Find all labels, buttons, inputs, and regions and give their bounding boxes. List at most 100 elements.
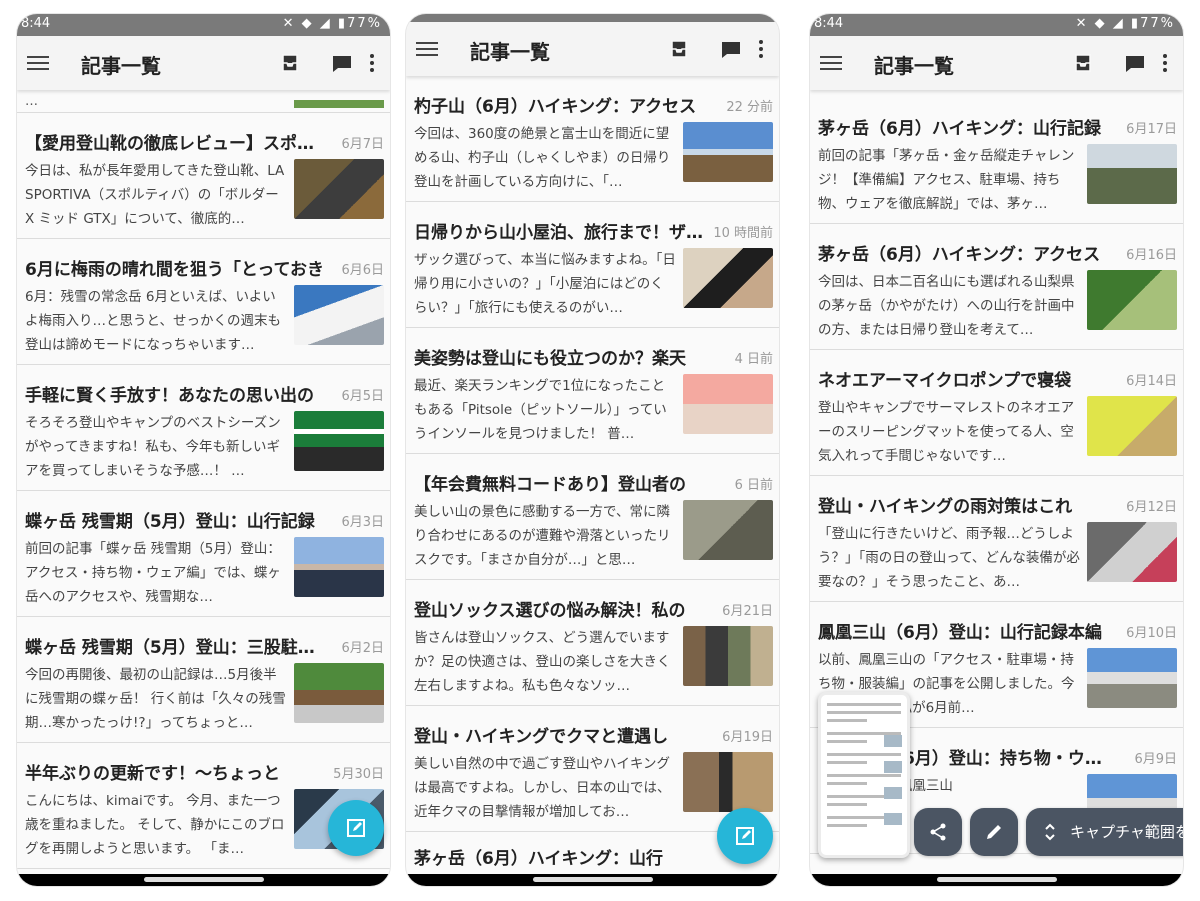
article-item[interactable]: 杓子山（6月）ハイキング：アクセス 22 分前 今回は、360度の絶景と富士山を… bbox=[406, 76, 779, 202]
page-title: 記事一覧 bbox=[470, 40, 550, 64]
comment-icon[interactable] bbox=[1123, 51, 1147, 75]
article-title: 登山ソックス選びの悩み解決！私の bbox=[414, 601, 686, 621]
hamburger-menu-icon[interactable] bbox=[820, 52, 842, 74]
page-title: 記事一覧 bbox=[874, 54, 954, 78]
article-title: ネオエアーマイクロポンプで寝袋 bbox=[818, 371, 1072, 391]
article-title: 茅ヶ岳（6月）ハイキング：アクセス bbox=[818, 245, 1101, 265]
article-excerpt: 美しい自然の中で過ごす登山やハイキングは最高ですよね。しかし、日本の山では、近年… bbox=[414, 756, 671, 820]
article-list: … 【愛用登山靴の徹底レビュー】スポルティバ 6月7日 今日は、私が長年愛用して… bbox=[17, 90, 390, 874]
article-thumbnail bbox=[294, 663, 384, 723]
pencil-icon bbox=[987, 825, 1001, 839]
article-date: 6月7日 bbox=[341, 137, 384, 152]
home-gesture-pill[interactable] bbox=[143, 877, 264, 882]
article-item[interactable]: 美姿勢は登山にも役立つのか？楽天 4 日前 最近、楽天ランキングで1位になったこ… bbox=[406, 328, 779, 454]
article-thumbnail bbox=[1087, 144, 1177, 204]
article-date: 6月12日 bbox=[1126, 500, 1177, 515]
article-title: 【年会費無料コードあり】登山者の bbox=[414, 475, 686, 495]
partial-list-item[interactable]: … bbox=[17, 90, 390, 113]
navigation-bar bbox=[17, 874, 390, 886]
article-item[interactable]: 半年ぶりの更新です！〜ちょっと 5月30日 こんにちは、kimaiです。 今月、… bbox=[17, 743, 390, 869]
app-bar: 記事一覧 bbox=[810, 36, 1183, 90]
capture-range-label: キャプチャ範囲を bbox=[1070, 823, 1183, 841]
article-thumbnail bbox=[683, 752, 773, 812]
article-date: 6月17日 bbox=[1126, 122, 1177, 137]
article-title: 鳳凰三山（6月）登山：山行記録本編 bbox=[818, 623, 1102, 643]
article-item[interactable]: 蝶ヶ岳 残雪期（5月）登山：山行記録 6月3日 前回の記事「蝶ヶ岳 残雪期（5月… bbox=[17, 491, 390, 617]
article-item[interactable]: 登山・ハイキングでクマと遭遇し 6月19日 美しい自然の中で過ごす登山やハイキン… bbox=[406, 706, 779, 832]
article-excerpt: そろそろ登山やキャンプのベストシーズンがやってきますね！私も、今年も新しいギアを… bbox=[25, 415, 281, 479]
article-thumbnail bbox=[294, 537, 384, 597]
compose-fab-button[interactable] bbox=[717, 808, 773, 864]
hamburger-menu-icon[interactable] bbox=[416, 38, 438, 60]
phone-screen-3: 8:44 ✕ ◆ ◢ ▮77% 記事一覧 茅ヶ岳（6月）ハイキング：山行記録 6… bbox=[810, 14, 1183, 886]
article-thumbnail bbox=[294, 285, 384, 345]
navigation-bar bbox=[406, 874, 779, 886]
article-excerpt: 「登山に行きたいけど、雨予報…どうしよう？」「雨の日の登山って、どんな装備が必要… bbox=[818, 526, 1080, 590]
article-title: 登山・ハイキングの雨対策はこれ bbox=[818, 497, 1073, 517]
article-date: 6月3日 bbox=[341, 515, 384, 530]
comment-icon[interactable] bbox=[719, 37, 743, 61]
article-item[interactable]: ネオエアーマイクロポンプで寝袋 6月14日 登山やキャンプでサーマレストのネオエ… bbox=[810, 350, 1183, 476]
more-vert-icon[interactable] bbox=[360, 51, 384, 75]
edit-button[interactable] bbox=[970, 808, 1018, 856]
article-title: 手軽に賢く手放す！あなたの思い出の bbox=[25, 386, 314, 406]
app-bar: 記事一覧 bbox=[406, 22, 779, 76]
article-date: 6月21日 bbox=[722, 604, 773, 619]
hamburger-menu-icon[interactable] bbox=[27, 52, 49, 74]
home-gesture-pill[interactable] bbox=[936, 877, 1057, 882]
status-bar: 8:44 ✕ ◆ ◢ ▮77% bbox=[810, 14, 1183, 36]
article-item[interactable]: 6月に梅雨の晴れ間を狙う「とっておき 6月6日 6月：残雪の常念岳 6月といえば… bbox=[17, 239, 390, 365]
article-excerpt: 前回の記事「茅ヶ岳・金ヶ岳縦走チャレンジ！【準備編】アクセス、駐車場、持ち物、ウ… bbox=[818, 148, 1075, 212]
inbox-icon[interactable] bbox=[278, 51, 302, 75]
more-vert-icon[interactable] bbox=[1153, 51, 1177, 75]
status-icons: ✕ ◆ ◢ ▮77% bbox=[1075, 16, 1175, 31]
article-list: 杓子山（6月）ハイキング：アクセス 22 分前 今回は、360度の絶景と富士山を… bbox=[406, 76, 779, 874]
article-thumbnail bbox=[683, 626, 773, 686]
article-date: 6月9日 bbox=[1134, 752, 1177, 767]
article-date: 6 日前 bbox=[734, 478, 773, 493]
article-title: 6月に梅雨の晴れ間を狙う「とっておき bbox=[25, 260, 324, 280]
article-item[interactable]: 登山・ハイキングの雨対策はこれ 6月12日 「登山に行きたいけど、雨予報…どうし… bbox=[810, 476, 1183, 602]
capture-range-button[interactable]: キャプチャ範囲を bbox=[1026, 808, 1183, 856]
article-item[interactable]: 茅ヶ岳（6月）ハイキング：アクセス 6月16日 今回は、日本二百名山にも選ばれる… bbox=[810, 224, 1183, 350]
article-excerpt: 最近、楽天ランキングで1位になったこともある「Pitsole（ピットソール）」っ… bbox=[414, 378, 667, 442]
article-title: 蝶ヶ岳 残雪期（5月）登山：山行記録 bbox=[25, 512, 315, 532]
article-thumbnail bbox=[294, 411, 384, 471]
edit-pencil-icon bbox=[347, 819, 365, 837]
battery-level: 77% bbox=[347, 16, 382, 31]
article-thumbnail bbox=[1087, 396, 1177, 456]
article-excerpt: 今回は、360度の絶景と富士山を間近に望める山、杓子山（しゃくしやま）の日帰り登… bbox=[414, 126, 671, 190]
article-item[interactable]: 【愛用登山靴の徹底レビュー】スポルティバ 6月7日 今日は、私が長年愛用してきた… bbox=[17, 113, 390, 239]
article-thumbnail bbox=[1087, 648, 1177, 708]
article-item[interactable]: 日帰りから山小屋泊、旅行まで！ザック 10 時間前 ザック選びって、本当に悩みま… bbox=[406, 202, 779, 328]
status-bar bbox=[406, 14, 779, 22]
comment-icon[interactable] bbox=[330, 51, 354, 75]
home-gesture-pill[interactable] bbox=[532, 877, 653, 882]
article-date: 6月6日 bbox=[341, 263, 384, 278]
article-date: 6月2日 bbox=[341, 641, 384, 656]
article-date: 22 分前 bbox=[726, 100, 773, 115]
inbox-icon[interactable] bbox=[1071, 51, 1095, 75]
expand-icon bbox=[1045, 823, 1055, 841]
share-button[interactable] bbox=[914, 808, 962, 856]
article-thumbnail bbox=[683, 500, 773, 560]
more-vert-icon[interactable] bbox=[749, 37, 773, 61]
article-title: 茅ヶ岳（6月）ハイキング：山行記録 bbox=[818, 119, 1101, 139]
inbox-icon[interactable] bbox=[667, 37, 691, 61]
status-time: 8:44 bbox=[21, 16, 51, 31]
article-excerpt: 前回の記事「蝶ヶ岳 残雪期（5月）登山：アクセス・持ち物・ウェア編」では、蝶ヶ岳… bbox=[25, 541, 281, 605]
article-item[interactable]: 手軽に賢く手放す！あなたの思い出の 6月5日 そろそろ登山やキャンプのベストシー… bbox=[17, 365, 390, 491]
article-item[interactable]: 蝶ヶ岳 残雪期（5月）登山：三股駐車場 6月2日 今回の再開後、最初の山記録は…… bbox=[17, 617, 390, 743]
phone-screen-1: 8:44 ✕ ◆ ◢ ▮77% 記事一覧 … 【愛用登山靴の徹底レビュー】スポル… bbox=[17, 14, 390, 886]
article-title: 半年ぶりの更新です！〜ちょっと bbox=[25, 764, 280, 784]
article-item[interactable]: 【年会費無料コードあり】登山者の 6 日前 美しい山の景色に感動する一方で、常に… bbox=[406, 454, 779, 580]
compose-fab-button[interactable] bbox=[328, 800, 384, 856]
screenshot-preview-thumbnail[interactable] bbox=[818, 692, 910, 858]
status-time: 8:44 bbox=[814, 16, 844, 31]
article-title: 【愛用登山靴の徹底レビュー】スポルティバ bbox=[25, 134, 325, 154]
article-excerpt: 6月：残雪の常念岳 6月といえば、いよいよ梅雨入り…と思うと、せっかくの週末も登… bbox=[25, 289, 281, 353]
app-bar: 記事一覧 bbox=[17, 36, 390, 90]
share-icon bbox=[930, 823, 946, 841]
article-item[interactable]: 茅ヶ岳（6月）ハイキング：山行記録 6月17日 前回の記事「茅ヶ岳・金ヶ岳縦走チ… bbox=[810, 98, 1183, 224]
article-item[interactable]: 登山ソックス選びの悩み解決！私の 6月21日 皆さんは登山ソックス、どう選んでい… bbox=[406, 580, 779, 706]
